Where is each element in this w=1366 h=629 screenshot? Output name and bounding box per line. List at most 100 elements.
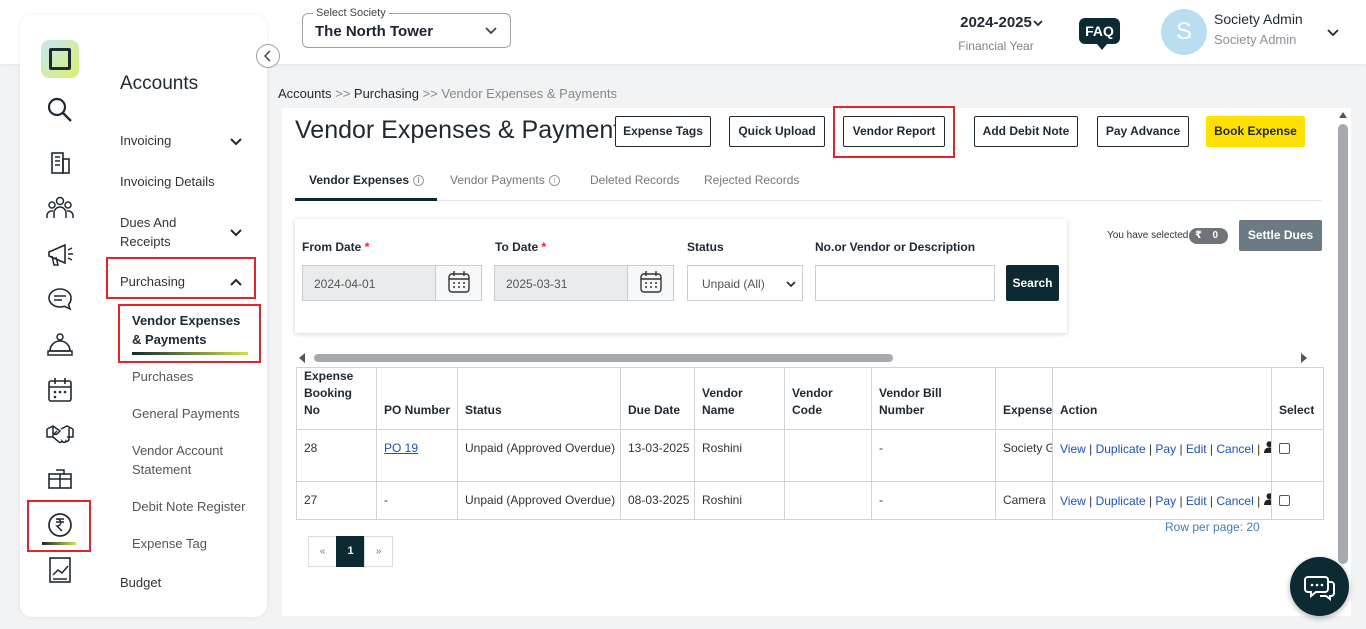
breadcrumb-current: >> Vendor Expenses & Payments (418, 86, 617, 101)
sidebar-item-dues-and-receipts[interactable]: Dues And Receipts (120, 213, 200, 251)
tab-vendor-expenses[interactable]: Vendor Expenses i (309, 173, 425, 187)
sidebar-subitem-expense-tag[interactable]: Expense Tag (132, 534, 207, 553)
cancel-link[interactable]: Cancel (1216, 442, 1253, 456)
rupee-highlight-box (27, 500, 91, 552)
calendar-icon[interactable] (45, 375, 75, 405)
service-icon[interactable] (45, 331, 75, 361)
tab-deleted-records[interactable]: Deleted Records (590, 173, 679, 187)
purchasing-highlight-box (106, 257, 256, 299)
pay-advance-button[interactable]: Pay Advance (1097, 116, 1189, 147)
duplicate-link[interactable]: Duplicate (1096, 494, 1146, 508)
amenity-icon[interactable] (45, 465, 75, 495)
pagination-prev[interactable]: « (308, 536, 337, 567)
user-icon[interactable] (1263, 441, 1272, 453)
po-number-link[interactable]: PO 19 (384, 441, 418, 455)
from-date-field[interactable]: 2024-04-01 (302, 265, 482, 301)
pagination-page[interactable]: 1 (336, 536, 365, 567)
tab-rejected-records[interactable]: Rejected Records (704, 173, 799, 187)
column-header: Due Date (620, 367, 695, 430)
status-label: Status (687, 240, 724, 254)
pagination-next[interactable]: » (364, 536, 393, 567)
search-label: No.or Vendor or Description (815, 240, 976, 254)
sidebar-item-invoicing[interactable]: Invoicing (120, 131, 171, 150)
expense-cell: Society G (995, 429, 1053, 482)
breadcrumb-separator: >> (331, 86, 354, 101)
chat-icon (1304, 576, 1335, 601)
duplicate-link[interactable]: Duplicate (1096, 442, 1146, 456)
view-link[interactable]: View (1060, 494, 1086, 508)
view-link[interactable]: View (1060, 442, 1086, 456)
people-icon[interactable] (45, 193, 75, 223)
horizontal-scrollbar[interactable] (314, 354, 893, 362)
scroll-left-arrow[interactable] (299, 353, 305, 363)
building-icon[interactable] (45, 147, 75, 177)
settle-dues-button[interactable]: Settle Dues (1239, 220, 1322, 251)
sidebar-item-budget[interactable]: Budget (120, 573, 161, 592)
scroll-right-arrow[interactable] (1301, 353, 1307, 363)
tabs-divider (295, 200, 1322, 201)
booking-no-cell: 27 (296, 481, 377, 520)
search-button[interactable]: Search (1006, 265, 1059, 301)
scroll-up-arrow[interactable] (1339, 112, 1347, 118)
book-expense-button[interactable]: Book Expense (1206, 116, 1305, 147)
vendor-code-cell (784, 429, 872, 482)
quick-upload-button[interactable]: Quick Upload (729, 116, 825, 147)
chat-support-button[interactable] (1290, 557, 1349, 616)
society-select[interactable]: Select Society The North Tower (302, 7, 511, 48)
report-icon[interactable] (45, 555, 75, 585)
status-cell: Unpaid (Approved Overdue) (457, 481, 621, 520)
user-menu[interactable]: Society Admin Society Admin (1214, 11, 1303, 47)
financial-year-selector[interactable]: 2024-2025 Financial Year (946, 14, 1046, 53)
faq-button[interactable]: FAQ (1079, 18, 1120, 50)
calendar-icon (448, 271, 470, 293)
sidebar-item-invoicing-details[interactable]: Invoicing Details (120, 172, 215, 191)
select-cell (1271, 429, 1324, 482)
row-select-checkbox[interactable] (1279, 495, 1290, 507)
vertical-scrollbar[interactable] (1338, 124, 1348, 564)
chat-icon[interactable] (45, 285, 75, 315)
society-select-label: Select Society (313, 7, 389, 19)
due-date-cell: 08-03-2025 (620, 481, 695, 520)
rows-per-page[interactable]: Row per page: 20 (1165, 520, 1260, 534)
booking-no-cell: 28 (296, 429, 377, 482)
row-select-checkbox[interactable] (1279, 443, 1290, 455)
financial-year-value: 2024-2025 (960, 14, 1032, 31)
active-tab-indicator (295, 198, 437, 201)
breadcrumb-purchasing[interactable]: Purchasing (354, 86, 419, 101)
search-icon[interactable] (45, 95, 75, 125)
pay-link[interactable]: Pay (1155, 494, 1176, 508)
chevron-down-icon[interactable] (229, 136, 243, 148)
pagination: « 1 » (308, 536, 393, 567)
user-icon[interactable] (1263, 493, 1272, 505)
search-input[interactable] (815, 265, 995, 301)
chevron-down-icon[interactable] (1326, 25, 1340, 39)
page-title: Vendor Expenses & Payments (295, 116, 633, 144)
collapse-sidebar-button[interactable] (256, 44, 280, 68)
edit-link[interactable]: Edit (1186, 442, 1207, 456)
to-date-field[interactable]: 2025-03-31 (494, 265, 674, 301)
tab-vendor-payments[interactable]: Vendor Payments i (450, 173, 560, 187)
sidebar-subitem-purchases[interactable]: Purchases (132, 367, 193, 386)
status-select[interactable]: Unpaid (All) (687, 265, 803, 301)
sidebar-subitem-general-payments[interactable]: General Payments (132, 404, 240, 423)
selected-amount-badge: ₹0 (1189, 228, 1228, 244)
expense-tags-button[interactable]: Expense Tags (615, 116, 711, 147)
breadcrumb-accounts[interactable]: Accounts (278, 86, 331, 101)
expenses-table: Expense Booking No PO Number Status Due … (296, 367, 1324, 520)
edit-link[interactable]: Edit (1186, 494, 1207, 508)
select-cell (1271, 481, 1324, 520)
column-header: PO Number (376, 367, 458, 430)
handshake-icon[interactable] (45, 419, 75, 449)
pay-link[interactable]: Pay (1155, 442, 1176, 456)
calendar-button[interactable] (435, 266, 481, 300)
calendar-button[interactable] (627, 266, 673, 300)
megaphone-icon[interactable] (45, 239, 75, 269)
sidebar-subitem-vendor-account-statement[interactable]: Vendor Account Statement (132, 441, 242, 479)
cancel-link[interactable]: Cancel (1216, 494, 1253, 508)
avatar[interactable]: S (1161, 9, 1207, 55)
sidebar-subitem-debit-note-register[interactable]: Debit Note Register (132, 497, 245, 516)
calendar-icon (640, 271, 662, 293)
add-debit-note-button[interactable]: Add Debit Note (974, 116, 1078, 147)
app-logo[interactable] (41, 40, 79, 78)
chevron-down-icon[interactable] (229, 227, 243, 239)
